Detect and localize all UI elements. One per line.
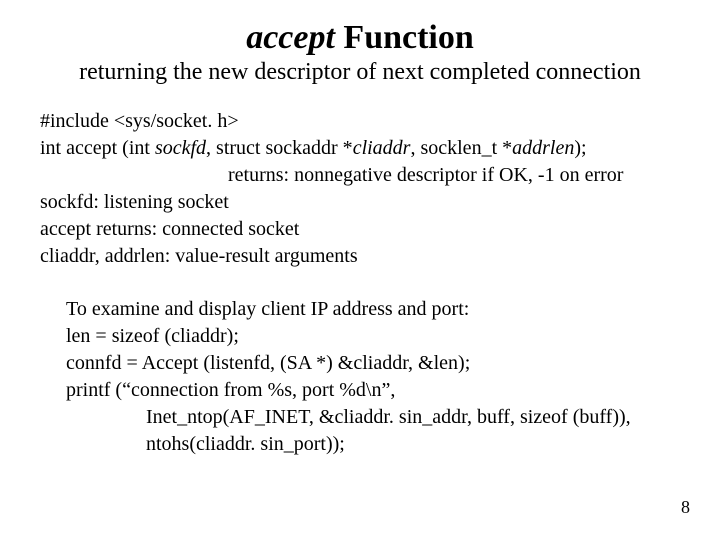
example-line-printf: printf (“connection from %s, port %d\n”, [66,377,680,404]
returns-text: returns: nonnegative descriptor if OK, -… [40,162,623,189]
returns-line: returns: nonnegative descriptor if OK, -… [40,162,680,189]
example-line-inetntop: Inet_ntop(AF_INET, &cliaddr. sin_addr, b… [66,404,680,431]
definition-block: #include <sys/socket. h> int accept (int… [40,108,680,270]
proto-end: ); [574,137,586,159]
slide: accept Function returning the new descri… [0,0,720,540]
slide-title: accept Function [40,18,680,57]
title-funcname: accept [246,19,335,56]
example-text-inetntop: Inet_ntop(AF_INET, &cliaddr. sin_addr, b… [66,404,631,431]
proto-cliaddr: cliaddr [353,137,411,159]
proto-sockfd: sockfd [155,137,206,159]
example-line-connfd: connfd = Accept (listenfd, (SA *) &cliad… [66,350,680,377]
example-block: To examine and display client IP address… [66,296,680,458]
def-line-args: cliaddr, addrlen: value-result arguments [40,243,680,270]
page-number: 8 [681,497,690,518]
example-intro: To examine and display client IP address… [66,296,680,323]
include-line: #include <sys/socket. h> [40,108,680,135]
proto-prefix: int accept (int [40,137,155,159]
def-line-accept-returns: accept returns: connected socket [40,216,680,243]
example-line-ntohs: ntohs(cliaddr. sin_port)); [66,431,680,458]
def-line-sockfd: sockfd: listening socket [40,189,680,216]
title-rest: Function [335,19,474,56]
proto-mid1: , struct sockaddr * [206,137,353,159]
proto-mid2: , socklen_t * [410,137,512,159]
example-line-len: len = sizeof (cliaddr); [66,323,680,350]
slide-subtitle: returning the new descriptor of next com… [40,59,680,86]
prototype-line: int accept (int sockfd, struct sockaddr … [40,135,680,162]
proto-addrlen: addrlen [512,137,574,159]
example-text-ntohs: ntohs(cliaddr. sin_port)); [66,431,345,458]
